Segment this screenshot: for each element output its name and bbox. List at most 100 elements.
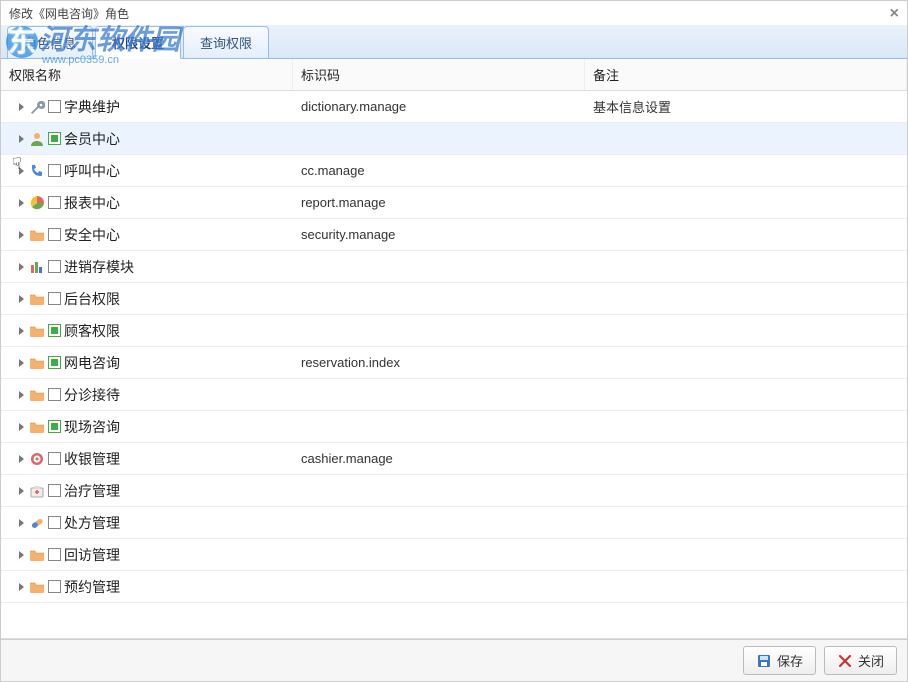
cell-name: 现场咨询 bbox=[1, 417, 293, 437]
row-label: 治疗管理 bbox=[64, 481, 120, 501]
folder-icon bbox=[29, 323, 45, 339]
expand-icon[interactable] bbox=[19, 519, 24, 527]
folder-icon bbox=[29, 291, 45, 307]
checkbox[interactable] bbox=[48, 196, 61, 209]
folder-icon bbox=[29, 419, 45, 435]
tree-row[interactable]: 网电咨询 reservation.index bbox=[1, 347, 907, 379]
row-label: 字典维护 bbox=[64, 97, 120, 117]
cell-name: 会员中心 bbox=[1, 129, 293, 149]
expand-icon[interactable] bbox=[19, 103, 24, 111]
dialog-window: 修改《网电咨询》角色 × 东河东软件园 www.pc0359.cn 角色信息权限… bbox=[0, 0, 908, 682]
checkbox[interactable] bbox=[48, 388, 61, 401]
cell-name: 收银管理 bbox=[1, 449, 293, 469]
expand-icon[interactable] bbox=[19, 135, 24, 143]
row-label: 网电咨询 bbox=[64, 353, 120, 373]
save-icon bbox=[756, 653, 772, 669]
cell-name: 预约管理 bbox=[1, 577, 293, 597]
close-icon[interactable]: × bbox=[890, 5, 899, 23]
cell-name: 治疗管理 bbox=[1, 481, 293, 501]
checkbox[interactable] bbox=[48, 100, 61, 113]
checkbox[interactable] bbox=[48, 516, 61, 529]
expand-icon[interactable] bbox=[19, 583, 24, 591]
checkbox[interactable] bbox=[48, 324, 61, 337]
tree-row[interactable]: 收银管理cashier.manage bbox=[1, 443, 907, 475]
tree-row[interactable]: 进销存模块 bbox=[1, 251, 907, 283]
expand-icon[interactable] bbox=[19, 487, 24, 495]
pill-icon bbox=[29, 515, 45, 531]
cell-remark: 基本信息设置 bbox=[585, 97, 907, 116]
phone-icon bbox=[29, 163, 45, 179]
tree-row[interactable]: 呼叫中心 cc.manage bbox=[1, 155, 907, 187]
folder-icon bbox=[29, 579, 45, 595]
expand-icon[interactable] bbox=[19, 327, 24, 335]
tab-2[interactable]: 查询权限 bbox=[183, 26, 269, 58]
tree-row[interactable]: 回访管理 bbox=[1, 539, 907, 571]
row-label: 报表中心 bbox=[64, 193, 120, 213]
cell-name: 顾客权限 bbox=[1, 321, 293, 341]
cell-name: 呼叫中心 bbox=[1, 161, 293, 181]
pie-icon bbox=[29, 195, 45, 211]
tree-row[interactable]: 会员中心 bbox=[1, 123, 907, 155]
checkbox[interactable] bbox=[48, 164, 61, 177]
close-button[interactable]: 关闭 bbox=[824, 646, 897, 675]
checkbox[interactable] bbox=[48, 260, 61, 273]
expand-icon[interactable] bbox=[19, 199, 24, 207]
tree-row[interactable]: 字典维护 dictionary.manage基本信息设置 bbox=[1, 91, 907, 123]
cell-code: security.manage bbox=[293, 227, 585, 242]
cell-code: report.manage bbox=[293, 195, 585, 210]
tree-row[interactable]: 报表中心 report.manage bbox=[1, 187, 907, 219]
row-label: 处方管理 bbox=[64, 513, 120, 533]
tree-row[interactable]: 分诊接待 bbox=[1, 379, 907, 411]
cell-name: 处方管理 bbox=[1, 513, 293, 533]
cell-name: 进销存模块 bbox=[1, 257, 293, 277]
checkbox[interactable] bbox=[48, 132, 61, 145]
col-header-code[interactable]: 标识码 bbox=[293, 59, 585, 90]
cell-name: 回访管理 bbox=[1, 545, 293, 565]
tree-row[interactable]: 预约管理 bbox=[1, 571, 907, 603]
cell-name: 字典维护 bbox=[1, 97, 293, 117]
expand-icon[interactable] bbox=[19, 295, 24, 303]
tree-row[interactable]: 治疗管理 bbox=[1, 475, 907, 507]
expand-icon[interactable] bbox=[19, 359, 24, 367]
row-label: 安全中心 bbox=[64, 225, 120, 245]
expand-icon[interactable] bbox=[19, 231, 24, 239]
col-header-remark[interactable]: 备注 bbox=[585, 59, 907, 90]
tree-row[interactable]: 处方管理 bbox=[1, 507, 907, 539]
expand-icon[interactable] bbox=[19, 423, 24, 431]
cell-code: reservation.index bbox=[293, 355, 585, 370]
checkbox[interactable] bbox=[48, 548, 61, 561]
cell-code: cashier.manage bbox=[293, 451, 585, 466]
tree-row[interactable]: 现场咨询 bbox=[1, 411, 907, 443]
expand-icon[interactable] bbox=[19, 455, 24, 463]
permission-grid: 权限名称 标识码 备注 字典维护dictionary.manage基本信息设置会… bbox=[1, 59, 907, 639]
expand-icon[interactable] bbox=[19, 263, 24, 271]
row-label: 预约管理 bbox=[64, 577, 120, 597]
checkbox[interactable] bbox=[48, 228, 61, 241]
tree-row[interactable]: 顾客权限 bbox=[1, 315, 907, 347]
folder-icon bbox=[29, 547, 45, 563]
watermark: 东河东软件园 www.pc0359.cn bbox=[6, 18, 180, 66]
save-button[interactable]: 保存 bbox=[743, 646, 816, 675]
cell-name: 网电咨询 bbox=[1, 353, 293, 373]
cell-name: 安全中心 bbox=[1, 225, 293, 245]
cell-code: dictionary.manage bbox=[293, 99, 585, 114]
expand-icon[interactable] bbox=[19, 391, 24, 399]
expand-icon[interactable] bbox=[19, 167, 24, 175]
checkbox[interactable] bbox=[48, 420, 61, 433]
expand-icon[interactable] bbox=[19, 551, 24, 559]
cell-code: cc.manage bbox=[293, 163, 585, 178]
medkit-icon bbox=[29, 483, 45, 499]
target-icon bbox=[29, 451, 45, 467]
checkbox[interactable] bbox=[48, 580, 61, 593]
wrench-icon bbox=[29, 99, 45, 115]
checkbox[interactable] bbox=[48, 452, 61, 465]
checkbox[interactable] bbox=[48, 484, 61, 497]
folder-icon bbox=[29, 227, 45, 243]
checkbox[interactable] bbox=[48, 292, 61, 305]
folder-icon bbox=[29, 355, 45, 371]
row-label: 呼叫中心 bbox=[64, 161, 120, 181]
tree-row[interactable]: 安全中心 security.manage bbox=[1, 219, 907, 251]
row-label: 分诊接待 bbox=[64, 385, 120, 405]
tree-row[interactable]: 后台权限 bbox=[1, 283, 907, 315]
checkbox[interactable] bbox=[48, 356, 61, 369]
